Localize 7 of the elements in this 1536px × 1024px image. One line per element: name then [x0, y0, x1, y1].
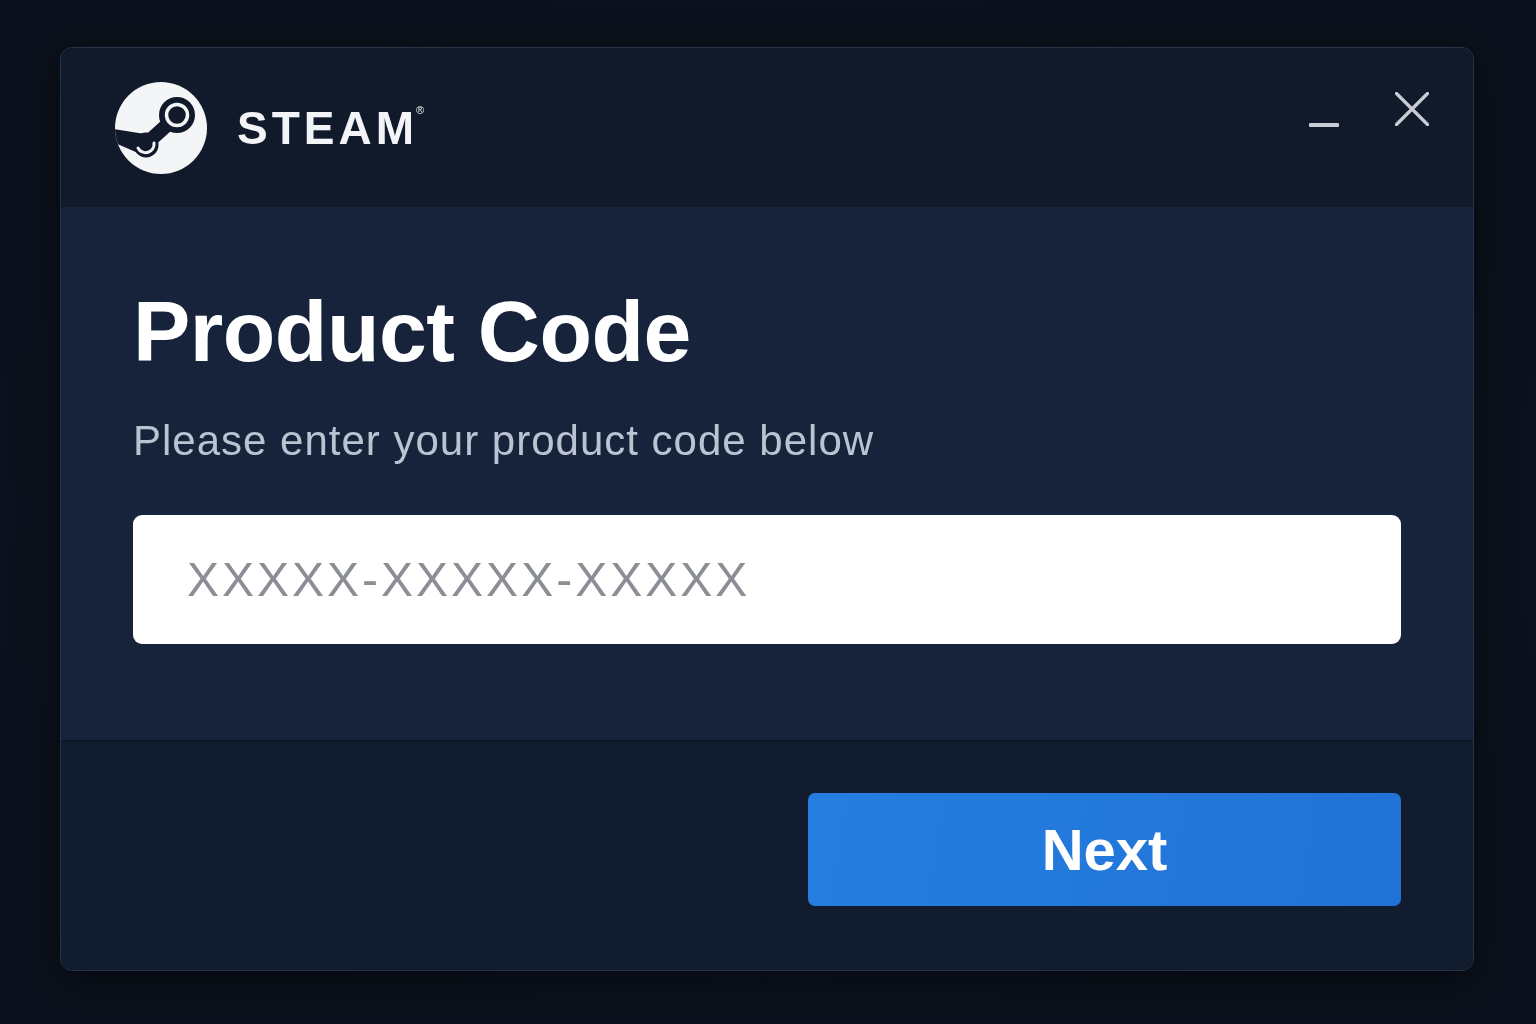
instruction-text: Please enter your product code below	[133, 417, 876, 465]
close-icon[interactable]	[1395, 92, 1429, 126]
steam-logo-icon	[115, 81, 207, 174]
steam-wordmark: STEAM$^{®}$	[237, 104, 425, 151]
next-button[interactable]: Next	[808, 793, 1401, 906]
dialog-title: Product Code	[133, 282, 692, 381]
product-code-field[interactable]: XXXXX-XXXXX-XXXXX	[133, 515, 1401, 644]
